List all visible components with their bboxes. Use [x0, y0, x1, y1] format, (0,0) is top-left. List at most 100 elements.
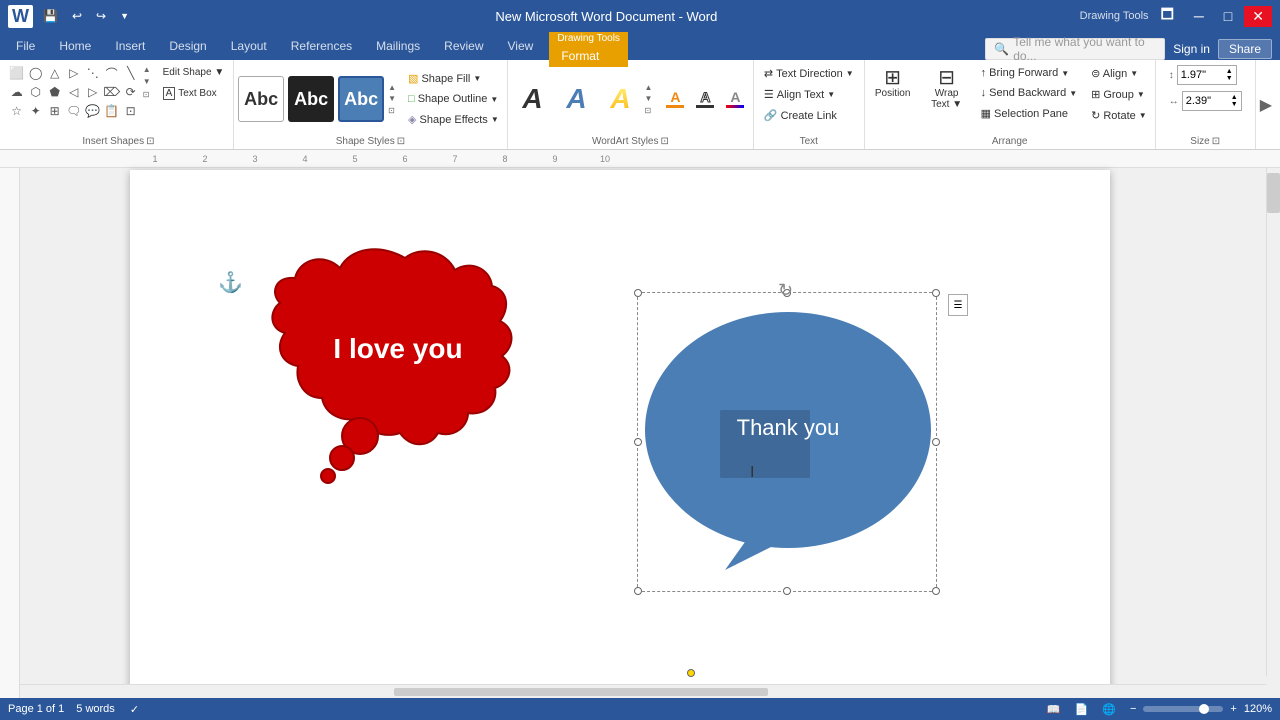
align-text-btn[interactable]: ☰ Align Text ▼: [759, 85, 840, 104]
redo-quick-btn[interactable]: ↪: [92, 7, 110, 25]
minimize-btn[interactable]: ─: [1186, 6, 1212, 26]
shape-icon-19[interactable]: 💬: [84, 102, 102, 120]
undo-quick-btn[interactable]: ↩: [68, 7, 86, 25]
shape-styles-expand[interactable]: ⊡: [397, 136, 405, 147]
shape-icon-14[interactable]: ⟳: [122, 83, 140, 101]
shape-effects-btn[interactable]: ◈ Shape Effects ▼: [403, 110, 504, 129]
handle-tail[interactable]: [687, 669, 695, 677]
wordart-scroll-up[interactable]: ▲: [643, 82, 653, 94]
tab-mailings[interactable]: Mailings: [364, 32, 432, 60]
insert-shapes-expand[interactable]: ⊡: [146, 136, 154, 147]
scrollbar-horizontal[interactable]: [20, 684, 1266, 698]
rotate-icon[interactable]: ↻: [778, 280, 793, 301]
position-btn[interactable]: ⊞ Position: [868, 64, 918, 103]
size-height-input[interactable]: 1.97" ▲ ▼: [1177, 65, 1237, 85]
sign-in-button[interactable]: Sign in: [1173, 42, 1210, 56]
shape-style-2[interactable]: Abc: [288, 76, 334, 122]
wordart-expand[interactable]: ⊡: [660, 136, 668, 147]
shape-icon-15[interactable]: ☆: [8, 102, 26, 120]
wordart-scroll-more[interactable]: ⊡: [643, 105, 653, 117]
wordart-2[interactable]: A: [555, 78, 597, 120]
ribbon-scroll-right[interactable]: ▶: [1256, 60, 1276, 149]
tab-home[interactable]: Home: [47, 32, 103, 60]
wordart-3[interactable]: A: [599, 78, 641, 120]
wordart-1[interactable]: A: [511, 78, 553, 120]
shapes-scroll-more[interactable]: ⊡: [142, 89, 152, 101]
zoom-slider[interactable]: [1143, 706, 1223, 712]
shape-styles-down[interactable]: ▼: [387, 93, 397, 105]
web-layout-btn[interactable]: 🌐: [1099, 703, 1119, 716]
shape-icon-12[interactable]: ▷: [84, 83, 102, 101]
share-button[interactable]: Share: [1218, 39, 1272, 59]
handle-bc[interactable]: [783, 587, 791, 595]
text-outline-btn[interactable]: A: [691, 88, 719, 110]
blue-bubble-shape[interactable]: Thank you: [640, 300, 935, 588]
shape-style-1[interactable]: Abc: [238, 76, 284, 122]
handle-br[interactable]: [932, 587, 940, 595]
send-backward-btn[interactable]: ↓ Send Backward ▼: [976, 84, 1082, 102]
search-bar[interactable]: 🔍 Tell me what you want to do...: [985, 38, 1165, 60]
edit-shape-btn[interactable]: Edit Shape ▼: [158, 64, 230, 81]
text-effects-btn[interactable]: A: [721, 88, 749, 110]
close-btn[interactable]: ✕: [1244, 6, 1272, 27]
shape-fill-btn[interactable]: ▧ Shape Fill ▼: [403, 69, 504, 88]
wrap-text-btn[interactable]: ⊟ Wrap Text ▼: [922, 64, 972, 114]
handle-bl[interactable]: [634, 587, 642, 595]
shape-icon-7[interactable]: ╲: [122, 64, 140, 82]
tab-layout[interactable]: Layout: [219, 32, 279, 60]
bring-forward-btn[interactable]: ↑ Bring Forward ▼: [976, 64, 1082, 82]
shape-icon-8[interactable]: ☁: [8, 83, 26, 101]
layout-options-icon[interactable]: ☰: [948, 294, 968, 316]
text-fill-btn[interactable]: A: [661, 88, 689, 110]
rotate-btn[interactable]: ↻ Rotate ▼: [1086, 106, 1152, 125]
selection-pane-btn[interactable]: ▦ Selection Pane: [976, 104, 1082, 123]
handle-tr[interactable]: [932, 289, 940, 297]
zoom-in-btn[interactable]: +: [1227, 703, 1239, 715]
shape-icon-2[interactable]: ◯: [27, 64, 45, 82]
wordart-scroll-down[interactable]: ▼: [643, 93, 653, 105]
shape-style-3[interactable]: Abc: [338, 76, 384, 122]
shape-icon-13[interactable]: ⌦: [103, 83, 121, 101]
red-cloud-shape[interactable]: I love you: [260, 238, 550, 508]
text-box-btn[interactable]: A Text Box: [158, 83, 230, 104]
maximize-btn[interactable]: □: [1216, 6, 1240, 26]
shape-icon-9[interactable]: ⬡: [27, 83, 45, 101]
shape-styles-up[interactable]: ▲: [387, 82, 397, 94]
tab-insert[interactable]: Insert: [103, 32, 157, 60]
shape-icon-1[interactable]: ⬜: [8, 64, 26, 82]
shape-icon-4[interactable]: ▷: [65, 64, 83, 82]
tab-file[interactable]: File: [4, 32, 47, 60]
restore-btn[interactable]: 🗖: [1153, 2, 1182, 30]
shape-icon-21[interactable]: ⊡: [122, 102, 140, 120]
print-layout-btn[interactable]: 📄: [1072, 703, 1092, 716]
scrollbar-vertical[interactable]: [1266, 168, 1280, 676]
customize-quick-btn[interactable]: ▼: [116, 9, 133, 23]
shape-outline-btn[interactable]: □ Shape Outline ▼: [403, 90, 504, 108]
shape-icon-6[interactable]: ⌒: [103, 64, 121, 82]
shape-icon-11[interactable]: ◁: [65, 83, 83, 101]
tab-references[interactable]: References: [279, 32, 364, 60]
shape-icon-10[interactable]: ⬟: [46, 83, 64, 101]
size-expand[interactable]: ⊡: [1212, 136, 1220, 147]
align-btn[interactable]: ⊜ Align ▼: [1086, 64, 1152, 83]
tab-review[interactable]: Review: [432, 32, 495, 60]
text-direction-btn[interactable]: ⇄ Text Direction ▼: [759, 64, 859, 83]
shape-icon-3[interactable]: △: [46, 64, 64, 82]
shape-icon-18[interactable]: 🗨: [65, 102, 83, 120]
group-btn[interactable]: ⊞ Group ▼: [1086, 85, 1152, 104]
save-quick-btn[interactable]: 💾: [39, 7, 62, 25]
handle-tl[interactable]: [634, 289, 642, 297]
zoom-out-btn[interactable]: −: [1127, 703, 1139, 715]
size-width-input[interactable]: 2.39" ▲ ▼: [1182, 91, 1242, 111]
tab-view[interactable]: View: [496, 32, 546, 60]
shape-styles-more[interactable]: ⊡: [387, 105, 397, 117]
shape-icon-17[interactable]: ⊞: [46, 102, 64, 120]
proofing-btn[interactable]: ✓: [127, 703, 142, 716]
create-link-btn[interactable]: 🔗 Create Link: [759, 106, 842, 125]
read-mode-btn[interactable]: 📖: [1044, 703, 1064, 716]
tab-design[interactable]: Design: [157, 32, 218, 60]
shape-icon-20[interactable]: 📋: [103, 102, 121, 120]
shapes-scroll-down[interactable]: ▼: [142, 76, 152, 88]
shape-icon-5[interactable]: ⋱: [84, 64, 102, 82]
shapes-scroll-up[interactable]: ▲: [142, 64, 152, 76]
